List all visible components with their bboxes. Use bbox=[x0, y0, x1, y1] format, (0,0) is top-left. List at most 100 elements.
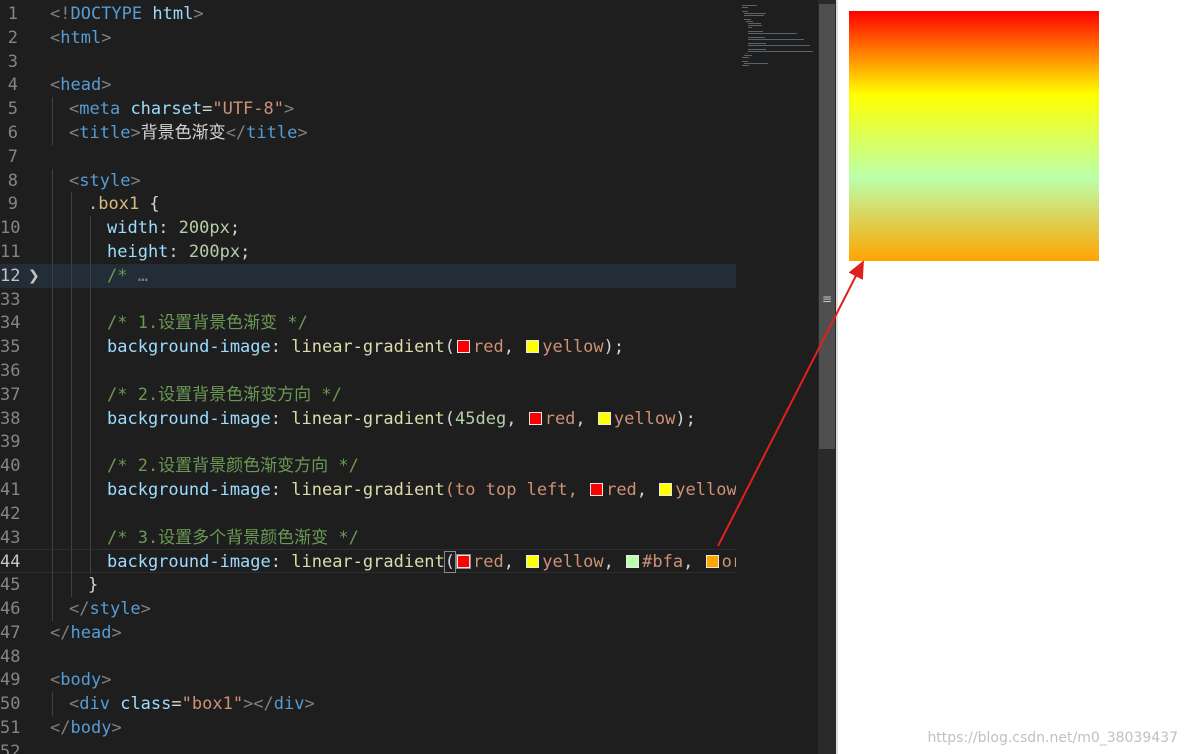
editor-scrollbar[interactable]: ≡ bbox=[818, 0, 836, 754]
line-number: 6 bbox=[7, 123, 18, 143]
code-token: > bbox=[304, 694, 315, 715]
code-token: } bbox=[88, 575, 99, 596]
code-line[interactable]: 8 <style> bbox=[0, 168, 736, 193]
color-swatch[interactable] bbox=[457, 340, 471, 354]
indent-guide bbox=[71, 287, 72, 312]
code-line[interactable]: 7 bbox=[0, 145, 736, 169]
code-line[interactable]: 33 bbox=[0, 287, 736, 312]
indent-guide bbox=[90, 240, 91, 264]
code-token: = bbox=[202, 99, 213, 120]
color-swatch[interactable] bbox=[626, 555, 640, 569]
minimap-line bbox=[748, 27, 752, 28]
minimap-line bbox=[744, 63, 768, 64]
code-token: /* 3.设置多个背景颜色渐变 */ bbox=[107, 527, 359, 548]
indent-guide bbox=[52, 501, 53, 526]
indent-guide bbox=[52, 550, 53, 575]
code-token: </ bbox=[50, 622, 71, 643]
code-line[interactable]: 11 height: 200px; bbox=[0, 240, 736, 264]
color-swatch[interactable] bbox=[597, 411, 611, 425]
indent-guide bbox=[52, 454, 53, 479]
code-line[interactable]: 3 bbox=[0, 50, 736, 74]
code-line[interactable]: 36 bbox=[0, 359, 736, 383]
code-token: < bbox=[69, 170, 80, 191]
code-token: yellow bbox=[542, 552, 604, 573]
code-line[interactable]: 38 background-image: linear-gradient(45de… bbox=[0, 406, 736, 431]
color-swatch[interactable] bbox=[528, 411, 542, 425]
code-token: < bbox=[50, 27, 61, 48]
code-line[interactable]: 37 /* 2.设置背景色渐变方向 */ bbox=[0, 382, 736, 407]
code-line[interactable]: 35 background-image: linear-gradient(red,… bbox=[0, 335, 736, 360]
color-swatch[interactable] bbox=[526, 555, 540, 569]
code-line[interactable]: 9 .box1 { bbox=[0, 192, 736, 217]
code-token: red bbox=[544, 408, 576, 429]
code-token: charset bbox=[130, 99, 203, 120]
code-line[interactable]: 4 <head> bbox=[0, 73, 736, 97]
indent-guide bbox=[90, 359, 91, 383]
minimap-line bbox=[742, 7, 748, 8]
scrollbar-thumb[interactable]: ≡ bbox=[819, 4, 835, 449]
code-token: background-image bbox=[107, 408, 271, 429]
indent-guide bbox=[90, 525, 91, 550]
indent-guide bbox=[52, 240, 53, 264]
indent-guide bbox=[90, 335, 91, 360]
code-line[interactable]: 34 /* 1.设置背景色渐变 */ bbox=[0, 311, 736, 336]
code-line[interactable]: 52 bbox=[0, 740, 736, 754]
indent-guide bbox=[90, 550, 91, 575]
code-line[interactable]: 49 <body> bbox=[0, 668, 736, 692]
code-line[interactable]: 46 </style> bbox=[0, 597, 736, 621]
code-token: #bfa bbox=[642, 552, 684, 573]
code-text: <body> bbox=[50, 668, 111, 692]
code-text: background-image: linear-gradient(45deg,… bbox=[107, 407, 696, 431]
code-line[interactable]: 47 </head> bbox=[0, 621, 736, 645]
code-token: , bbox=[603, 552, 625, 573]
code-line[interactable]: 12 ❯ /* … bbox=[0, 263, 736, 288]
indent-guide bbox=[90, 287, 91, 312]
code-line[interactable]: 40 /* 2.设置背景颜色渐变方向 */ bbox=[0, 454, 736, 479]
minimap-line bbox=[744, 19, 751, 20]
color-swatch[interactable] bbox=[456, 554, 472, 570]
code-token: , bbox=[575, 408, 596, 429]
code-token: < bbox=[69, 123, 80, 143]
indent-guide bbox=[52, 359, 53, 383]
code-token: > bbox=[111, 622, 122, 643]
line-number: 41 bbox=[0, 480, 21, 500]
color-swatch[interactable] bbox=[659, 483, 673, 496]
line-number: 34 bbox=[0, 313, 21, 334]
line-number: 37 bbox=[0, 384, 21, 405]
code-line[interactable]: 2 <html> bbox=[0, 26, 736, 50]
code-line[interactable]: 51 </body> bbox=[0, 716, 736, 740]
code-line[interactable]: 42 bbox=[0, 501, 736, 526]
code-token: : bbox=[158, 218, 179, 239]
indent-guide bbox=[90, 216, 91, 241]
indent-guide bbox=[71, 454, 72, 479]
code-line[interactable]: 50 <div class="box1"></div> bbox=[0, 692, 736, 717]
minimap[interactable] bbox=[736, 0, 818, 754]
line-number: 5 bbox=[7, 99, 18, 120]
code-text: /* 1.设置背景色渐变 */ bbox=[107, 311, 308, 335]
code-line[interactable]: 41 background-image: linear-gradient(to t… bbox=[0, 478, 736, 502]
code-line[interactable]: 5 <meta charset="UTF-8"> bbox=[0, 97, 736, 122]
code-text: background-image: linear-gradient(to top… bbox=[107, 478, 736, 502]
code-token: html bbox=[152, 4, 194, 24]
code-token: </ bbox=[225, 123, 247, 143]
code-line[interactable]: 6 <title>背景色渐变</title> bbox=[0, 121, 736, 145]
color-swatch[interactable] bbox=[526, 340, 540, 354]
indent-guide bbox=[90, 430, 91, 455]
code-line[interactable]: 10 width: 200px; bbox=[0, 216, 736, 241]
scrollbar-grip-icon: ≡ bbox=[821, 292, 833, 306]
code-editor[interactable]: 1 <!DOCTYPE html> 2 <html> 3 4 <head> 5 <meta ch… bbox=[0, 0, 736, 754]
code-token: > bbox=[140, 599, 151, 619]
chevron-right-icon[interactable]: ❯ bbox=[28, 264, 40, 288]
code-line[interactable]: 1 <!DOCTYPE html> bbox=[0, 2, 736, 26]
code-line[interactable]: 48 bbox=[0, 645, 736, 669]
code-text: <meta charset="UTF-8"> bbox=[69, 97, 294, 121]
code-line[interactable]: 39 bbox=[0, 430, 736, 455]
code-line[interactable]: 43 /* 3.设置多个背景颜色渐变 */ bbox=[0, 525, 736, 550]
code-text: </style> bbox=[69, 597, 151, 621]
code-line[interactable]: 45} bbox=[0, 573, 736, 598]
color-swatch[interactable] bbox=[590, 483, 604, 496]
code-line[interactable]: 44 background-image: linear-gradient(red,… bbox=[0, 549, 736, 575]
color-swatch[interactable] bbox=[705, 555, 719, 569]
code-text: /* … bbox=[107, 264, 148, 288]
indent-guide bbox=[52, 525, 53, 550]
